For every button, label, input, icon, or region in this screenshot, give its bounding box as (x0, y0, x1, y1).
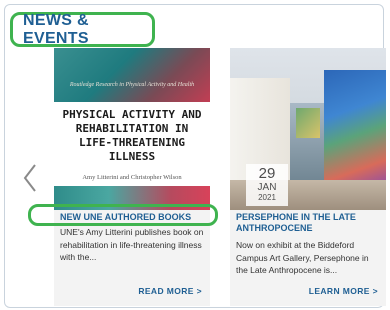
book-cover-image[interactable]: Routledge Research in Physical Activity … (54, 48, 210, 210)
card-excerpt: UNE's Amy Litterini publishes book on re… (60, 227, 204, 262)
event-date-month: JAN (257, 182, 277, 193)
event-card[interactable]: 29 JAN 2021 PERSEPHONE IN THE LATE ANTHR… (230, 48, 386, 306)
book-title: PHYSICAL ACTIVITY AND REHABILITATION IN … (62, 108, 202, 163)
card-excerpt: Now on exhibit at the Biddeford Campus A… (236, 240, 369, 275)
event-date-year: 2021 (258, 193, 276, 202)
learn-more-link[interactable]: LEARN MORE > (309, 286, 378, 296)
read-more-link[interactable]: READ MORE > (138, 286, 202, 296)
book-authors: Amy Litterini and Christopher Wilson (82, 174, 182, 181)
carousel-prev-button[interactable] (18, 160, 42, 196)
section-title-text: NEWS & EVENTS (23, 11, 89, 47)
gallery-painting-large (324, 70, 386, 188)
chevron-left-icon (23, 164, 36, 192)
event-date-badge: 29 JAN 2021 (246, 164, 288, 206)
gallery-painting-small (296, 108, 320, 138)
book-cover-top-art (54, 48, 210, 102)
heading-highlight-annotation (28, 204, 218, 226)
event-date-day: 29 (258, 165, 276, 182)
section-title: NEWS & EVENTS (10, 12, 155, 47)
card-heading[interactable]: PERSEPHONE IN THE LATE ANTHROPOCENE (236, 212, 382, 234)
book-series: Routledge Research in Physical Activity … (69, 82, 195, 88)
news-card[interactable]: Routledge Research in Physical Activity … (54, 48, 210, 306)
